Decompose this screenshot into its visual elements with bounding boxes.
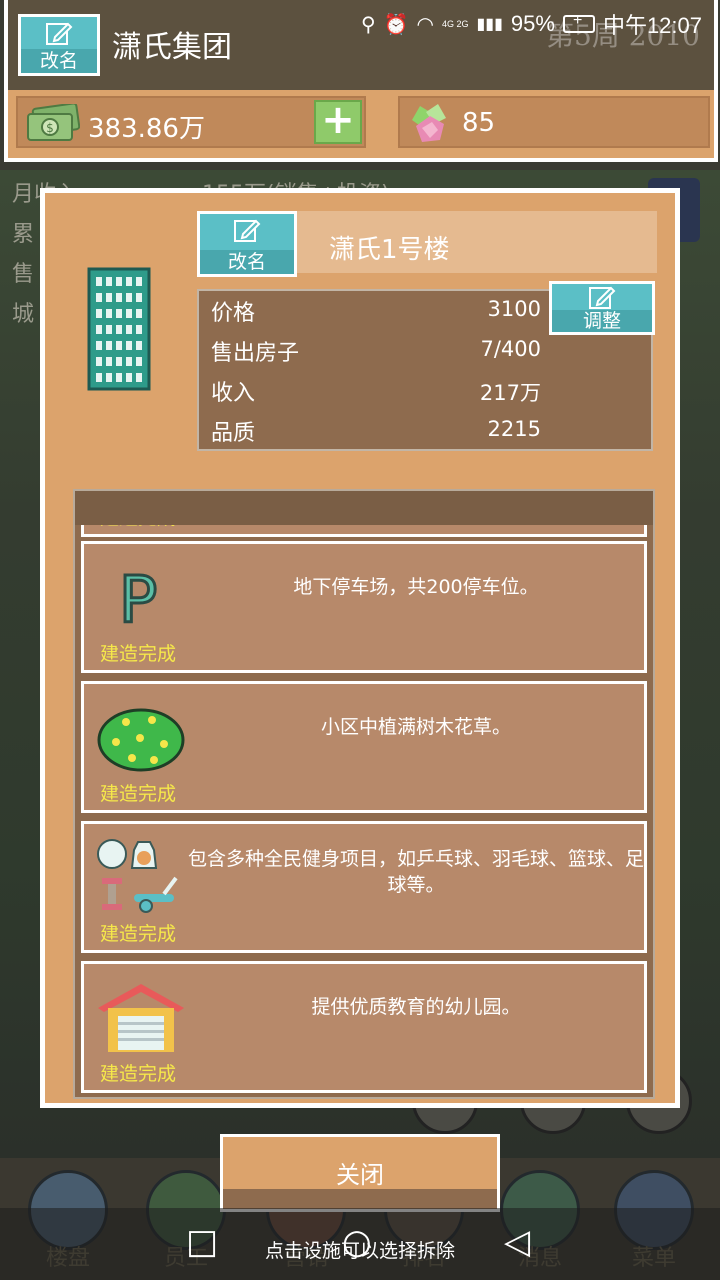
- rename-building-label: 改名: [200, 250, 294, 274]
- battery-percent: 95%: [510, 11, 555, 36]
- close-button-shade: [223, 1189, 497, 1209]
- rename-company-label: 改名: [21, 49, 97, 73]
- status-bar: 第5周 2010 ⚲ ⏰ ◠ 4G 2G ▮▮▮ 95% 中午12:07: [0, 0, 720, 52]
- money-value: 383.86万: [88, 114, 205, 144]
- svg-text:$: $: [46, 121, 54, 135]
- adjust-price-button[interactable]: 调整: [549, 281, 655, 335]
- gem-display: 85: [398, 96, 710, 148]
- building-detail-dialog: 改名 潇氏1号楼 价格 3100 售出房子 7/400 收入 217万 品质 2…: [40, 188, 680, 1108]
- gem-icon: [412, 104, 446, 142]
- bg-stat-label: 城: [12, 302, 35, 327]
- facility-item-parking[interactable]: P 地下停车场，共200停车位。 建造完成: [81, 541, 647, 673]
- info-value: 7/400: [480, 337, 541, 361]
- signal-icon: ▮▮▮: [476, 16, 503, 33]
- building-icon: [87, 267, 151, 391]
- facility-list-header: [75, 491, 653, 525]
- facility-description: 小区中植满树木花草。: [320, 716, 511, 738]
- status-icons: ⚲ ⏰ ◠ 4G 2G ▮▮▮ 95% 中午12:07: [361, 8, 702, 40]
- network-type: 4G 2G: [441, 19, 469, 29]
- bg-stat-label: 累: [12, 222, 35, 247]
- info-value: 2215: [487, 417, 541, 441]
- location-icon: ⚲: [360, 13, 376, 36]
- money-display: $ 383.86万 +: [16, 96, 366, 148]
- facility-item-kindergarten[interactable]: 提供优质教育的幼儿园。 建造完成: [81, 961, 647, 1093]
- sports-icon: [97, 839, 178, 913]
- facility-status: 建造完成: [100, 923, 177, 945]
- facility-description: 地下停车场，共200停车位。: [293, 576, 539, 598]
- info-row-price: 价格 3100: [211, 291, 541, 331]
- wifi-icon: ◠: [416, 13, 434, 36]
- info-row-quality: 品质 2215: [211, 411, 541, 451]
- facility-status: 建造完成: [100, 783, 177, 805]
- facility-description: 提供优质教育的幼儿园。: [311, 996, 521, 1018]
- rename-building-button[interactable]: 改名: [197, 211, 297, 277]
- info-label: 品质: [211, 421, 256, 446]
- info-value: 217万: [479, 381, 541, 405]
- info-label: 售出房子: [211, 341, 300, 366]
- edit-icon: [234, 219, 261, 242]
- close-button[interactable]: 关闭: [220, 1134, 500, 1212]
- battery-icon: [562, 12, 595, 33]
- clock: 中午12:07: [602, 13, 702, 38]
- facility-item-fitness[interactable]: 包含多种全民健身项目，如乒乓球、羽毛球、篮球、足球等。 建造完成: [81, 821, 647, 953]
- info-label: 收入: [211, 381, 256, 406]
- kindergarten-icon: [98, 984, 184, 1052]
- info-label: 价格: [211, 301, 256, 326]
- facility-description: 包含多种全民健身项目，如乒乓球、羽毛球、篮球、足球等。: [188, 848, 645, 896]
- facility-status: 建造完成: [100, 1063, 177, 1085]
- add-money-button[interactable]: +: [314, 100, 362, 144]
- adjust-price-label: 调整: [552, 310, 652, 332]
- cash-icon: $: [27, 104, 80, 141]
- bg-stat-label: 售: [12, 262, 35, 287]
- alarm-icon: ⏰: [383, 13, 409, 36]
- facility-list[interactable]: 建造完成 P 地下停车场，共200停车位。 建造完成 小区中植满树木花草。 建造…: [73, 489, 655, 1099]
- info-row-income: 收入 217万: [211, 371, 541, 411]
- parking-icon: P: [117, 563, 159, 639]
- building-name: 潇氏1号楼: [329, 235, 450, 265]
- tree-icon: [97, 708, 185, 772]
- info-row-sold: 售出房子 7/400: [211, 331, 541, 371]
- facility-item-greenery[interactable]: 小区中植满树木花草。 建造完成: [81, 681, 647, 813]
- hint-text: 点击设施可以选择拆除: [264, 1240, 455, 1262]
- gem-value: 85: [462, 108, 496, 138]
- close-label: 关闭: [336, 1161, 384, 1189]
- info-value: 3100: [487, 297, 541, 321]
- svg-text:P: P: [119, 564, 158, 638]
- edit-icon: [589, 286, 616, 309]
- facility-status: 建造完成: [100, 643, 177, 665]
